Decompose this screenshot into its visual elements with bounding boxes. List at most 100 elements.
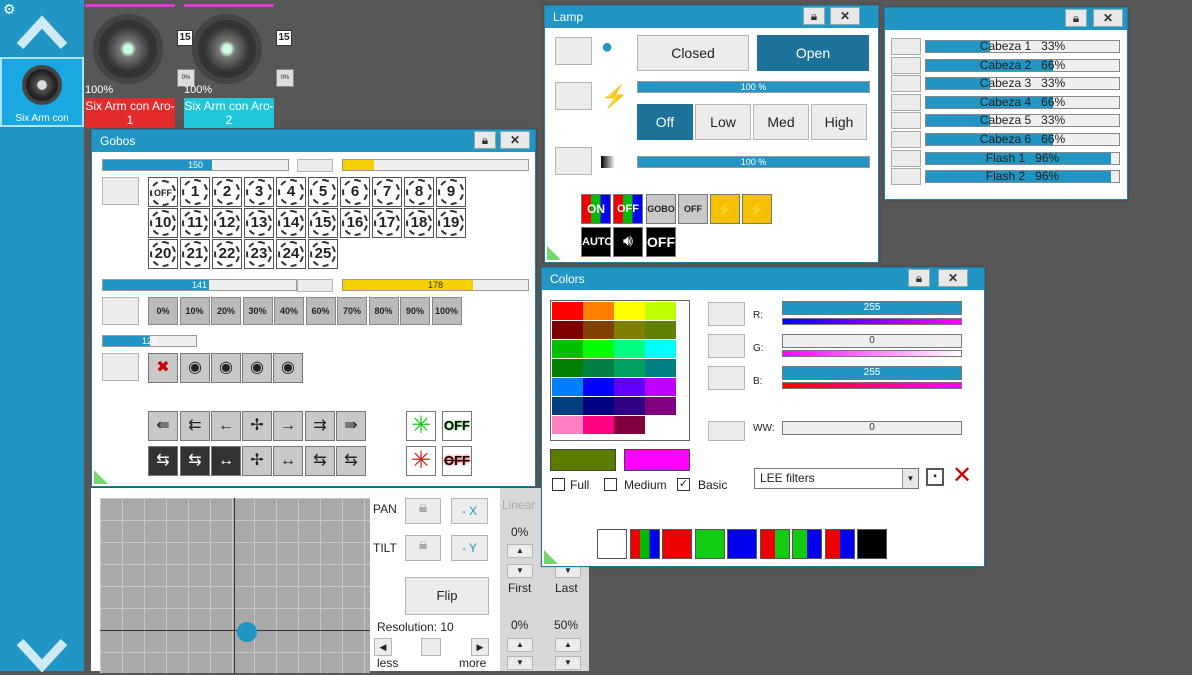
- gobo-button[interactable]: 22: [212, 239, 242, 269]
- percent-button[interactable]: 20%: [211, 297, 241, 325]
- quick-color-swatch[interactable]: [857, 529, 887, 559]
- quick-color-swatch[interactable]: [824, 529, 855, 559]
- off-button[interactable]: Off: [637, 104, 693, 140]
- p50-up[interactable]: ▲: [555, 638, 581, 652]
- minus-y-button[interactable]: - Y: [451, 535, 488, 561]
- red-star-icon[interactable]: ✳: [406, 446, 436, 476]
- channel-bar[interactable]: Cabeza 6 66%: [925, 133, 1120, 146]
- quick-color-swatch[interactable]: [662, 529, 692, 559]
- b-bar[interactable]: 255: [782, 366, 962, 380]
- filter-select[interactable]: LEE filters ▼: [754, 468, 919, 489]
- green-star-icon[interactable]: ✳: [406, 411, 436, 441]
- spread-2-icon[interactable]: ⇆: [180, 446, 210, 476]
- gobo-button[interactable]: 13: [244, 208, 274, 238]
- basic-checkbox[interactable]: ✓: [677, 478, 690, 491]
- add-corner-icon[interactable]: [94, 470, 108, 484]
- r-bar[interactable]: 255: [782, 301, 962, 315]
- ww-select-button[interactable]: [708, 421, 745, 441]
- percent-button[interactable]: 30%: [242, 297, 273, 325]
- palette-swatch[interactable]: [614, 397, 645, 416]
- channel-select-button[interactable]: [891, 93, 921, 111]
- palette-swatch[interactable]: [552, 378, 583, 397]
- gear-icon[interactable]: ⚙: [3, 1, 16, 18]
- lock-icon[interactable]: 🔒︎: [803, 7, 825, 25]
- channel-select-button[interactable]: [891, 149, 921, 167]
- chevron-down-icon[interactable]: [16, 632, 68, 673]
- rotation-slow-icon[interactable]: ◉: [211, 353, 241, 383]
- shift-right-icon[interactable]: →: [273, 411, 303, 441]
- palette-swatch[interactable]: [583, 340, 614, 359]
- on-button[interactable]: ON: [581, 194, 611, 224]
- gobo-yellow-bar[interactable]: [342, 159, 529, 171]
- percent-button[interactable]: 10%: [179, 297, 210, 325]
- channel-bar[interactable]: Cabeza 4 66%: [925, 95, 1120, 109]
- strobe-2-icon[interactable]: ⚡: [742, 194, 772, 224]
- auto-button[interactable]: AUTO: [581, 227, 613, 257]
- high-button[interactable]: High: [811, 104, 867, 140]
- close-icon[interactable]: ✕: [1093, 9, 1123, 27]
- palette-swatch[interactable]: [645, 340, 676, 359]
- first-up[interactable]: ▲: [507, 544, 533, 558]
- quick-color-swatch[interactable]: [694, 529, 725, 559]
- center-icon[interactable]: ✢: [242, 411, 272, 441]
- close-icon[interactable]: ✕: [938, 269, 968, 287]
- tilt-lock-button[interactable]: 🔒︎: [405, 535, 441, 561]
- add-corner-icon[interactable]: [547, 246, 561, 260]
- gobo-aux-button-2[interactable]: [297, 279, 333, 292]
- resolution-increase[interactable]: ▶: [471, 638, 489, 656]
- channel-select-button[interactable]: [891, 56, 921, 74]
- gobo-yellow-bar-2[interactable]: 178: [342, 279, 529, 291]
- p0-up[interactable]: ▲: [507, 638, 533, 652]
- med-button[interactable]: Med: [753, 104, 809, 140]
- first-down[interactable]: ▼: [507, 564, 533, 578]
- shutter-select-button[interactable]: [555, 37, 592, 65]
- gobo-button[interactable]: 23: [244, 239, 274, 269]
- strobe-icon[interactable]: ⚡: [710, 194, 740, 224]
- percent-button[interactable]: 40%: [274, 297, 304, 325]
- full-checkbox[interactable]: [552, 478, 565, 491]
- rotation-ccw-icon[interactable]: ◉: [180, 353, 210, 383]
- rotation-bar[interactable]: 128: [102, 335, 197, 347]
- fixture-card-1[interactable]: 15 0% 100% Six Arm con Aro-1: [85, 4, 195, 128]
- channel-select-button[interactable]: [891, 112, 921, 130]
- gobo-button[interactable]: 19: [436, 208, 466, 238]
- p50-down[interactable]: ▼: [555, 656, 581, 670]
- gobo-wheel2-bar[interactable]: 141: [102, 279, 297, 291]
- quick-color-swatch[interactable]: [629, 529, 660, 559]
- save-icon[interactable]: ▪: [926, 468, 944, 486]
- rotation-med-icon[interactable]: ◉: [242, 353, 272, 383]
- pantilt-cursor[interactable]: [237, 622, 257, 642]
- gobo-button[interactable]: OFF: [148, 177, 178, 207]
- shift-left-3-icon[interactable]: ⇚: [148, 411, 178, 441]
- p0-down[interactable]: ▼: [507, 656, 533, 670]
- quick-color-swatch[interactable]: [597, 529, 627, 559]
- resolution-slider[interactable]: [421, 638, 441, 656]
- palette-swatch[interactable]: [552, 340, 583, 359]
- palette-swatch[interactable]: [583, 302, 614, 321]
- gobo-select-button[interactable]: [102, 177, 139, 205]
- sound-off-button[interactable]: OFF: [646, 227, 676, 257]
- gobo-button[interactable]: 10: [148, 208, 178, 238]
- gobo-button[interactable]: 2: [212, 177, 242, 207]
- sound-icon[interactable]: 🔊︎: [613, 227, 643, 257]
- palette-swatch[interactable]: [583, 359, 614, 378]
- quick-color-swatch[interactable]: [727, 529, 757, 559]
- strobe-select-button[interactable]: [555, 147, 592, 175]
- closed-button[interactable]: Closed: [637, 35, 749, 71]
- shift-left-icon[interactable]: ←: [211, 411, 241, 441]
- fixture-card-2[interactable]: 15 0% 100% Six Arm con Aro-2: [184, 4, 294, 128]
- channel-bar[interactable]: Cabeza 1 33%: [925, 40, 1120, 53]
- gobo-wheel1-bar[interactable]: 150: [102, 159, 289, 171]
- palette-swatch[interactable]: [614, 378, 645, 397]
- rgb-off-button[interactable]: OFF: [613, 194, 643, 224]
- gobo-button[interactable]: 14: [276, 208, 306, 238]
- r-select-button[interactable]: [708, 302, 745, 326]
- palette-swatch[interactable]: [552, 416, 583, 435]
- palette-swatch[interactable]: [614, 302, 645, 321]
- dimmer-bar[interactable]: 100 %: [637, 81, 870, 93]
- g-bar[interactable]: 0: [782, 334, 962, 348]
- close-icon[interactable]: ✕: [500, 131, 530, 149]
- dimmer-select-button[interactable]: [555, 82, 592, 110]
- red-off-button[interactable]: OFF: [442, 446, 472, 476]
- palette-swatch[interactable]: [645, 397, 676, 416]
